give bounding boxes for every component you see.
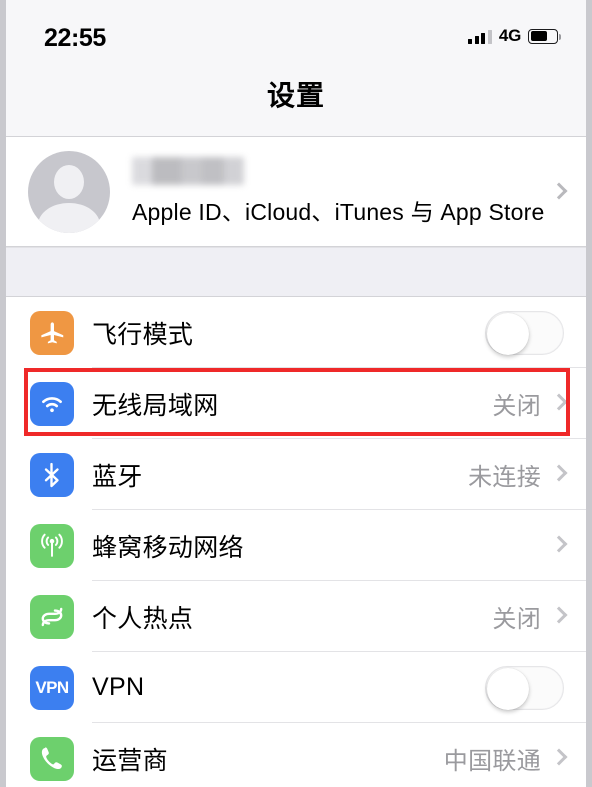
settings-row-bluetooth[interactable]: 蓝牙 未连接	[6, 439, 586, 510]
settings-row-label: 无线局域网	[92, 391, 219, 420]
hotspot-links-icon	[30, 594, 74, 639]
chevron-right-icon	[553, 607, 564, 626]
account-disclosure	[553, 137, 564, 247]
settings-row-wifi[interactable]: 无线局域网 关闭	[6, 368, 586, 439]
airplane-mode-toggle[interactable]	[485, 310, 564, 355]
phone-screen: 22:55 4G 设置 Apple ID、iCloud、iTunes 与 App…	[6, 0, 586, 787]
battery-icon	[528, 28, 561, 44]
chevron-right-icon	[553, 536, 564, 555]
account-section: Apple ID、iCloud、iTunes 与 App Store	[6, 137, 586, 247]
account-text-block: Apple ID、iCloud、iTunes 与 App Store	[132, 157, 544, 227]
settings-row-label: 运营商	[92, 746, 168, 775]
settings-row-label: 蓝牙	[92, 462, 143, 491]
phone-handset-icon	[30, 736, 74, 781]
chevron-right-icon	[553, 465, 564, 484]
page-title: 设置	[266, 80, 325, 111]
settings-row-label: 飞行模式	[92, 320, 194, 349]
hotspot-status-value: 关闭	[492, 606, 541, 633]
person-placeholder-avatar-icon	[28, 151, 110, 233]
account-name-redacted	[132, 157, 244, 185]
settings-row-personal-hotspot[interactable]: 个人热点 关闭	[6, 581, 586, 652]
status-bar-clock: 22:55	[44, 24, 106, 52]
settings-row-control: 关闭	[492, 581, 564, 652]
settings-row-airplane-mode[interactable]: 飞行模式	[6, 297, 586, 368]
navigation-bar: 设置	[6, 68, 586, 137]
section-gap	[6, 247, 586, 297]
chevron-right-icon	[553, 394, 564, 413]
settings-row-control: 关闭	[492, 368, 564, 439]
carrier-name-value: 中国联通	[443, 748, 541, 775]
chevron-right-icon	[553, 183, 564, 202]
airplane-icon	[30, 310, 74, 355]
account-subtitle: Apple ID、iCloud、iTunes 与 App Store	[132, 199, 545, 225]
settings-row-carrier[interactable]: 运营商 中国联通	[6, 723, 586, 787]
connectivity-section: 飞行模式 无线局域网 关闭 蓝牙 未连接 蜂窝移动网络 个人热点 关闭 VPN …	[6, 297, 586, 787]
settings-row-control	[485, 652, 564, 723]
wifi-status-value: 关闭	[492, 393, 541, 420]
cellular-antenna-icon	[30, 523, 74, 568]
bluetooth-status-value: 未连接	[468, 464, 541, 491]
network-type-label: 4G	[498, 26, 521, 45]
bluetooth-icon	[30, 452, 74, 497]
settings-row-control: 未连接	[468, 439, 564, 510]
signal-bars-icon	[468, 29, 492, 44]
status-bar: 22:55 4G	[6, 0, 586, 68]
settings-row-vpn[interactable]: VPN VPN	[6, 652, 586, 723]
settings-row-label: VPN	[92, 673, 145, 701]
settings-row-cellular[interactable]: 蜂窝移动网络	[6, 510, 586, 581]
vpn-toggle[interactable]	[485, 665, 564, 710]
settings-row-control	[485, 297, 564, 368]
vpn-icon: VPN	[30, 665, 74, 710]
settings-row-label: 蜂窝移动网络	[92, 533, 244, 562]
settings-row-control: 中国联通	[444, 723, 564, 787]
settings-row-control	[541, 510, 564, 581]
vpn-icon-label: VPN	[35, 677, 69, 697]
settings-row-label: 个人热点	[92, 604, 194, 633]
wifi-icon	[30, 381, 74, 426]
apple-id-row[interactable]: Apple ID、iCloud、iTunes 与 App Store	[6, 137, 586, 247]
status-bar-indicators: 4G	[468, 26, 561, 46]
chevron-right-icon	[553, 749, 564, 768]
